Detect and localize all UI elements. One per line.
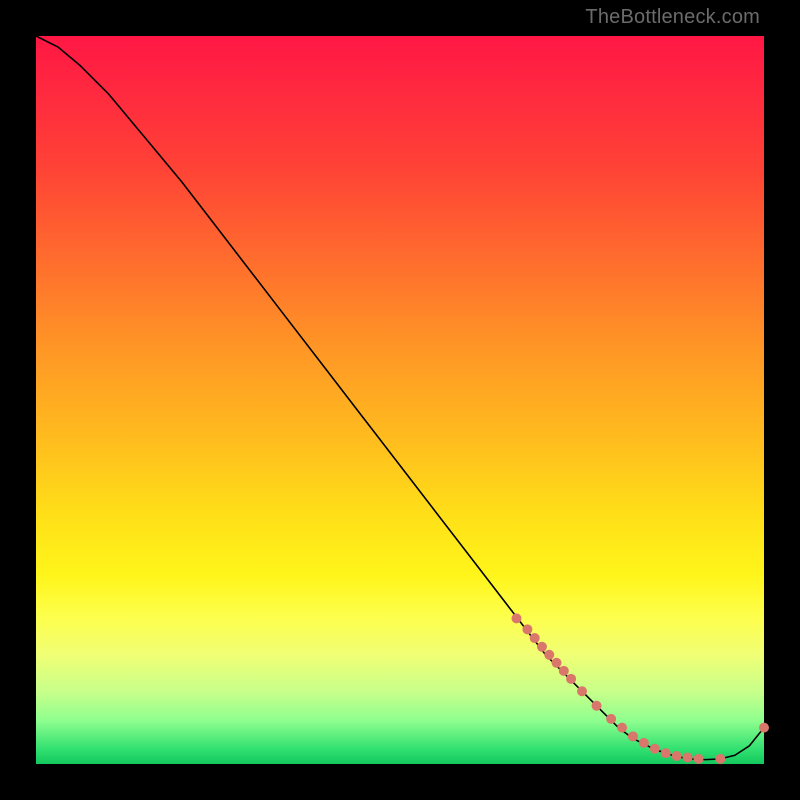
curve-svg	[36, 36, 764, 764]
chart-frame: TheBottleneck.com	[0, 0, 800, 800]
sample-dot	[683, 752, 693, 762]
sample-dot	[693, 754, 703, 764]
watermark-text: TheBottleneck.com	[585, 6, 760, 29]
bottleneck-curve	[36, 36, 764, 760]
sample-dot	[715, 754, 725, 764]
sample-dots-group	[511, 613, 769, 764]
sample-dot	[530, 633, 540, 643]
sample-dot	[617, 723, 627, 733]
sample-dot	[577, 686, 587, 696]
plot-area	[36, 36, 764, 764]
sample-dot	[537, 642, 547, 652]
sample-dot	[661, 748, 671, 758]
sample-dot	[606, 714, 616, 724]
sample-dot	[522, 624, 532, 634]
sample-dot	[759, 723, 769, 733]
sample-dot	[592, 701, 602, 711]
sample-dot	[650, 744, 660, 754]
sample-dot	[639, 738, 649, 748]
sample-dot	[552, 658, 562, 668]
sample-dot	[511, 613, 521, 623]
sample-dot	[628, 731, 638, 741]
sample-dot	[672, 751, 682, 761]
sample-dot	[559, 666, 569, 676]
sample-dot	[544, 650, 554, 660]
sample-dot	[566, 674, 576, 684]
